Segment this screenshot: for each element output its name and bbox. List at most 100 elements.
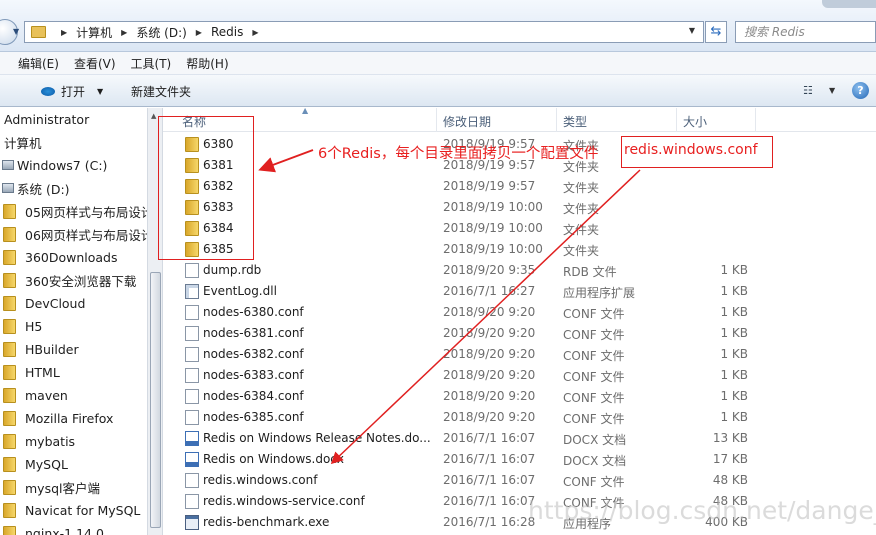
nav-item-folder[interactable]: 360Downloads	[0, 246, 118, 268]
menu-view[interactable]: 查看(V)	[74, 55, 116, 72]
nav-item-folder[interactable]: MySQL	[0, 453, 68, 475]
scrollbar-thumb[interactable]	[150, 272, 161, 528]
nav-item-folder[interactable]: 360安全浏览器下载	[0, 269, 136, 291]
annotation-text: 6个Redis，每个目录里面拷贝一个配置文件	[318, 146, 599, 162]
file-row[interactable]: 6384 2018/9/19 10:00 文件夹	[163, 218, 876, 239]
column-size[interactable]: 大小	[683, 113, 707, 130]
file-type: 应用程序扩展	[563, 286, 636, 300]
nav-item-drive-d[interactable]: 系统 (D:)	[2, 177, 70, 199]
nav-item-label: Administrator	[4, 111, 90, 127]
search-input[interactable]: 搜索 Redis	[735, 21, 876, 43]
file-type: CONF 文件	[563, 370, 625, 384]
breadcrumb-separator-icon[interactable]: ▶	[121, 28, 127, 37]
folder-icon	[31, 26, 46, 38]
file-row[interactable]: nodes-6382.conf 2018/9/20 9:20 CONF 文件 1…	[163, 344, 876, 365]
view-options-dropdown-icon[interactable]: ▼	[829, 86, 835, 95]
column-type[interactable]: 类型	[563, 113, 587, 130]
breadcrumb-redis[interactable]: Redis	[211, 25, 243, 39]
file-row[interactable]: nodes-6380.conf 2018/9/20 9:20 CONF 文件 1…	[163, 302, 876, 323]
file-date: 2018/9/20 9:20	[443, 305, 536, 319]
scroll-up-icon[interactable]: ▲	[151, 112, 156, 120]
file-row[interactable]: redis.windows.conf 2016/7/1 16:07 CONF 文…	[163, 470, 876, 491]
new-folder-button[interactable]: 新建文件夹	[131, 83, 191, 100]
column-divider[interactable]	[436, 108, 437, 132]
file-row[interactable]: 6382 2018/9/19 9:57 文件夹	[163, 176, 876, 197]
nav-item-label: mybatis	[25, 433, 76, 449]
address-history-dropdown-icon[interactable]: ▼	[689, 26, 695, 35]
file-row[interactable]: 6385 2018/9/19 10:00 文件夹	[163, 239, 876, 260]
help-icon[interactable]: ?	[852, 82, 869, 99]
nav-item-folder[interactable]: HTML	[0, 361, 60, 383]
file-row[interactable]: nodes-6383.conf 2018/9/20 9:20 CONF 文件 1…	[163, 365, 876, 386]
menu-help[interactable]: 帮助(H)	[186, 55, 228, 72]
folder-icon	[3, 249, 16, 265]
file-row[interactable]: dump.rdb 2018/9/20 9:35 RDB 文件 1 KB	[163, 260, 876, 281]
nav-item-folder[interactable]: mybatis	[0, 430, 75, 452]
file-date: 2016/7/1 16:07	[443, 452, 536, 466]
file-row[interactable]: nodes-6384.conf 2018/9/20 9:20 CONF 文件 1…	[163, 386, 876, 407]
breadcrumb-computer[interactable]: 计算机	[76, 24, 112, 41]
file-type: 文件夹	[563, 244, 600, 258]
breadcrumb-drive-d[interactable]: 系统 (D:)	[136, 24, 186, 41]
chevron-down-icon: ▼	[97, 87, 104, 96]
file-size: 17 KB	[712, 452, 748, 466]
nav-item-folder[interactable]: 06网页样式与布局设计	[0, 223, 148, 245]
nav-item-folder[interactable]: H5	[0, 315, 42, 337]
nav-item-folder[interactable]: DevCloud	[0, 292, 85, 314]
file-name: Redis on Windows.docx	[203, 452, 344, 466]
file-icon	[185, 410, 199, 425]
file-row[interactable]: 6383 2018/9/19 10:00 文件夹	[163, 197, 876, 218]
file-row[interactable]: Redis on Windows Release Notes.do... 201…	[163, 428, 876, 449]
nav-item-drive-c[interactable]: Windows7 (C:)	[2, 154, 107, 176]
file-name: Redis on Windows Release Notes.do...	[203, 431, 431, 445]
file-icon	[185, 326, 199, 341]
nav-item-folder[interactable]: 05网页样式与布局设计	[0, 200, 148, 222]
nav-item-folder[interactable]: mysql客户端	[0, 476, 100, 498]
column-divider[interactable]	[755, 108, 756, 132]
open-button[interactable]: 打开 ▼	[41, 83, 103, 100]
file-name: nodes-6385.conf	[203, 410, 304, 424]
refresh-button[interactable]: ⇆	[705, 21, 727, 43]
nav-item-folder[interactable]: maven	[0, 384, 68, 406]
file-row[interactable]: EventLog.dll 2016/7/1 16:27 应用程序扩展 1 KB	[163, 281, 876, 302]
recent-pages-dropdown-icon[interactable]: ▼	[13, 27, 19, 36]
file-type: CONF 文件	[563, 349, 625, 363]
column-divider[interactable]	[556, 108, 557, 132]
folder-icon	[3, 456, 16, 472]
docx-icon	[185, 452, 199, 467]
nav-item-administrator[interactable]: Administrator	[4, 108, 89, 130]
nav-item-label: 05网页样式与布局设计	[25, 204, 148, 220]
breadcrumb-separator-icon[interactable]: ▶	[61, 28, 67, 37]
file-date: 2018/9/20 9:20	[443, 389, 536, 403]
dll-icon	[185, 284, 199, 299]
change-view-icon[interactable]: ☷	[803, 84, 813, 97]
folder-icon	[3, 318, 16, 334]
file-date: 2018/9/19 9:57	[443, 179, 536, 193]
navigation-pane: Administrator 计算机 Windows7 (C:) 系统 (D:) …	[0, 108, 148, 535]
folder-icon	[3, 479, 16, 495]
file-type: CONF 文件	[563, 412, 625, 426]
sort-ascending-icon: ▲	[302, 108, 309, 115]
file-size: 1 KB	[720, 326, 748, 340]
nav-item-folder[interactable]: Mozilla Firefox	[0, 407, 113, 429]
menu-tools[interactable]: 工具(T)	[131, 55, 172, 72]
column-divider[interactable]	[676, 108, 677, 132]
file-date: 2016/7/1 16:28	[443, 515, 536, 529]
nav-item-computer[interactable]: 计算机	[4, 131, 42, 153]
file-row[interactable]: nodes-6385.conf 2018/9/20 9:20 CONF 文件 1…	[163, 407, 876, 428]
nav-item-folder[interactable]: HBuilder	[0, 338, 79, 360]
address-bar[interactable]: ▶ 计算机 ▶ 系统 (D:) ▶ Redis ▶ ▼	[24, 21, 704, 43]
file-row[interactable]: nodes-6381.conf 2018/9/20 9:20 CONF 文件 1…	[163, 323, 876, 344]
breadcrumb-separator-icon[interactable]: ▶	[196, 28, 202, 37]
nav-item-label: HTML	[25, 364, 60, 380]
file-date: 2018/9/19 10:00	[443, 242, 543, 256]
nav-item-label: Navicat for MySQL	[25, 502, 141, 518]
file-row[interactable]: Redis on Windows.docx 2016/7/1 16:07 DOC…	[163, 449, 876, 470]
column-date[interactable]: 修改日期	[443, 113, 491, 130]
breadcrumb-separator-icon[interactable]: ▶	[252, 28, 258, 37]
menu-edit[interactable]: 编辑(E)	[18, 55, 59, 72]
nav-item-folder[interactable]: Navicat for MySQL	[0, 499, 140, 521]
nav-item-folder[interactable]: nginx-1.14.0	[0, 522, 104, 535]
folder-icon	[3, 341, 16, 357]
file-icon	[185, 389, 199, 404]
